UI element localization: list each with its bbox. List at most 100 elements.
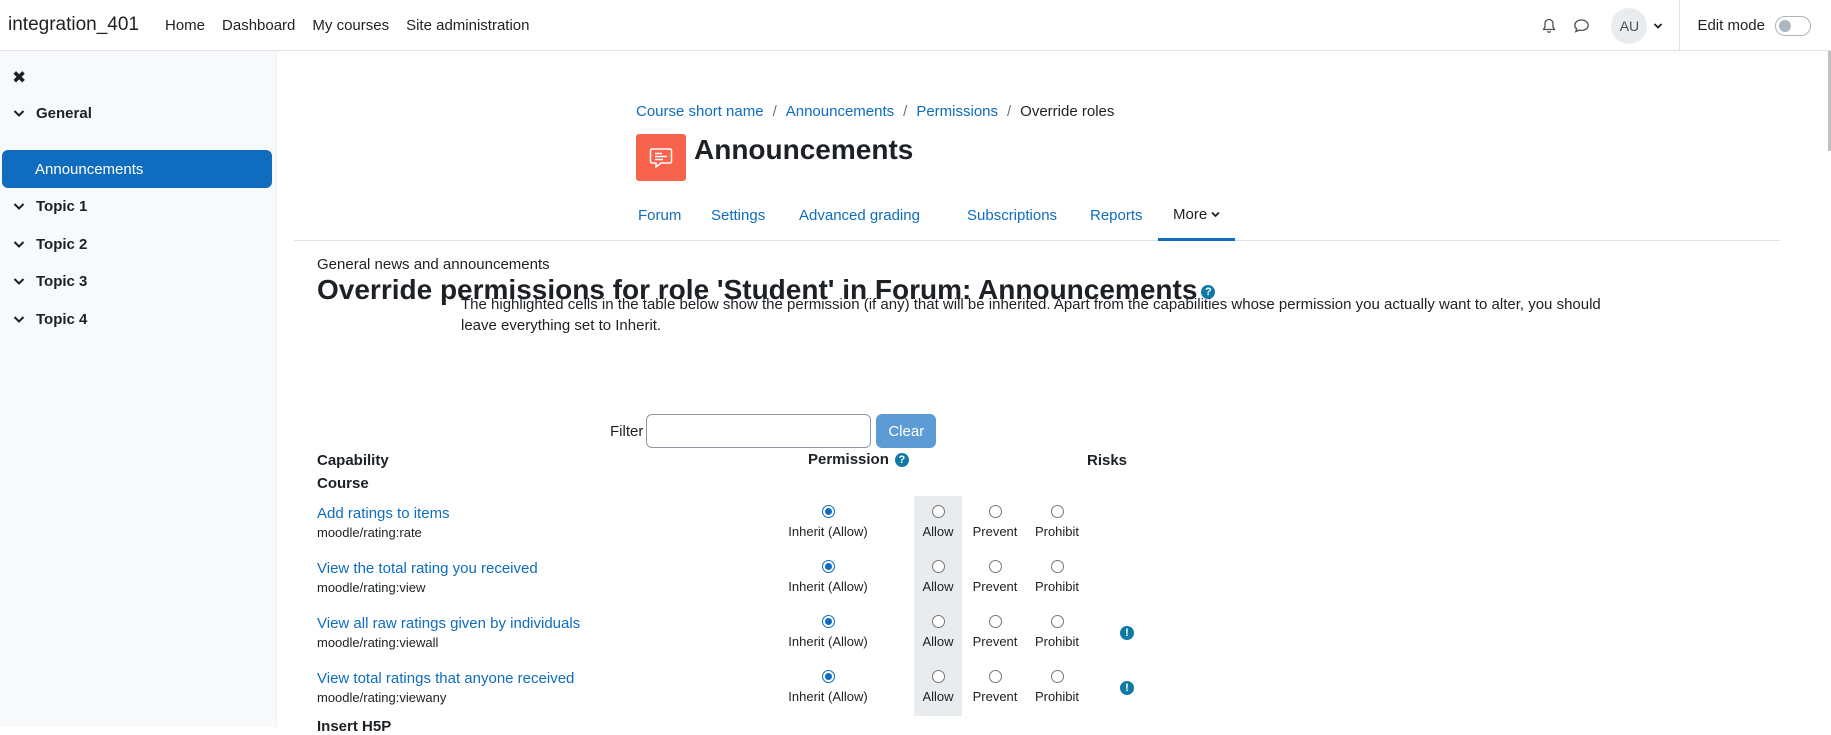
help-icon[interactable]: ? (894, 452, 909, 467)
clear-filter-button[interactable]: Clear (876, 414, 937, 448)
radio-prohibit[interactable] (1050, 505, 1064, 518)
radio-inherit[interactable] (821, 615, 835, 628)
permission-inherit-option[interactable]: Inherit (Allow) (783, 505, 873, 539)
filter-input[interactable] (646, 414, 872, 448)
tab-reports[interactable]: Reports (1090, 190, 1143, 241)
radio-prohibit[interactable] (1050, 670, 1064, 683)
radio-prevent[interactable] (988, 505, 1002, 518)
permission-inherit-option[interactable]: Inherit (Allow) (783, 560, 873, 594)
navbar-right: AU Edit mode (1533, 0, 1831, 51)
capability-link[interactable]: Add ratings to items (317, 505, 450, 522)
permission-header-label: Permission (808, 451, 889, 468)
risk-warning-icon[interactable]: ! (1120, 681, 1134, 695)
tab-advanced-grading[interactable]: Advanced grading (799, 190, 920, 241)
permission-allow-option[interactable]: Allow (914, 505, 962, 539)
main-region: Course short name / Announcements / Perm… (278, 51, 1831, 735)
capability-id: moodle/rating:viewall (317, 635, 439, 650)
capability-link[interactable]: View the total rating you received (317, 560, 538, 577)
forum-activity-icon (636, 134, 686, 181)
radio-allow[interactable] (931, 560, 945, 573)
option-label: Inherit (Allow) (788, 579, 868, 594)
nav-site-administration-link[interactable]: Site administration (406, 17, 529, 34)
option-label: Prohibit (1034, 689, 1080, 704)
radio-inherit[interactable] (821, 560, 835, 573)
filter-bar: Filter Clear (610, 414, 937, 448)
drawer-item-announcements[interactable]: Announcements (2, 150, 272, 188)
permission-inherit-option[interactable]: Inherit (Allow) (783, 670, 873, 704)
tab-subscriptions[interactable]: Subscriptions (967, 190, 1057, 241)
tab-forum[interactable]: Forum (638, 190, 681, 241)
breadcrumb-course-link[interactable]: Course short name (636, 103, 764, 120)
radio-prohibit[interactable] (1050, 560, 1064, 573)
radio-prevent[interactable] (988, 560, 1002, 573)
permission-prohibit-option[interactable]: Prohibit (1027, 505, 1087, 539)
option-label: Allow (922, 689, 954, 704)
chevron-down-icon[interactable] (0, 202, 36, 211)
permission-prevent-option[interactable]: Prevent (967, 670, 1023, 704)
nav-home-link[interactable]: Home (165, 17, 205, 34)
edit-mode-control[interactable]: Edit mode (1680, 15, 1831, 36)
option-label: Prevent (972, 634, 1018, 649)
nav-my-courses-link[interactable]: My courses (312, 17, 389, 34)
radio-inherit[interactable] (821, 505, 835, 518)
drawer-section-topic-2[interactable]: Topic 2 (0, 225, 277, 263)
edit-mode-toggle[interactable] (1775, 15, 1811, 36)
radio-allow[interactable] (931, 670, 945, 683)
option-label: Prohibit (1034, 634, 1080, 649)
drawer-section-label: Topic 1 (36, 197, 88, 215)
top-navbar: integration_401 Home Dashboard My course… (0, 0, 1831, 51)
permission-prohibit-option[interactable]: Prohibit (1027, 615, 1087, 649)
permission-prevent-option[interactable]: Prevent (967, 505, 1023, 539)
radio-allow[interactable] (931, 505, 945, 518)
messages-chat-icon[interactable] (1565, 10, 1597, 42)
chevron-down-icon[interactable] (0, 240, 36, 249)
course-index-drawer: ✖ General Announcements Topic 1 Topic 2 … (0, 51, 277, 727)
radio-prevent[interactable] (988, 670, 1002, 683)
user-menu-chevron-down-icon[interactable] (1653, 17, 1663, 35)
close-drawer-icon[interactable]: ✖ (12, 68, 26, 88)
permission-prevent-option[interactable]: Prevent (967, 615, 1023, 649)
table-row: Add ratings to items moodle/rating:rate … (317, 505, 1217, 560)
permission-allow-option[interactable]: Allow (914, 560, 962, 594)
chevron-down-icon[interactable] (0, 277, 36, 286)
capability-link[interactable]: View total ratings that anyone received (317, 670, 574, 687)
radio-prevent[interactable] (988, 615, 1002, 628)
option-label: Prevent (972, 524, 1018, 539)
radio-prohibit[interactable] (1050, 615, 1064, 628)
breadcrumb-separator: / (903, 103, 908, 120)
tab-more-label: More (1173, 205, 1208, 223)
user-avatar[interactable]: AU (1611, 7, 1648, 44)
chevron-down-icon (1211, 211, 1220, 217)
nav-dashboard-link[interactable]: Dashboard (222, 17, 295, 34)
option-label: Allow (922, 579, 954, 594)
radio-inherit[interactable] (821, 670, 835, 683)
drawer-section-topic-3[interactable]: Topic 3 (0, 262, 277, 300)
notifications-bell-icon[interactable] (1533, 10, 1565, 42)
option-label: Prevent (972, 689, 1018, 704)
table-row: View the total rating you received moodl… (317, 560, 1217, 615)
tab-more[interactable]: More (1158, 190, 1236, 241)
site-name[interactable]: integration_401 (0, 14, 165, 36)
chevron-down-icon[interactable] (0, 315, 36, 324)
risk-warning-icon[interactable]: ! (1120, 626, 1134, 640)
permission-prohibit-option[interactable]: Prohibit (1027, 560, 1087, 594)
drawer-section-label: Topic 4 (36, 310, 88, 328)
permission-prevent-option[interactable]: Prevent (967, 560, 1023, 594)
chevron-down-icon[interactable] (0, 109, 36, 118)
radio-allow[interactable] (931, 615, 945, 628)
permission-prohibit-option[interactable]: Prohibit (1027, 670, 1087, 704)
permission-column-header: Permission ? (808, 451, 909, 468)
breadcrumb-separator: / (1007, 103, 1012, 120)
capability-link[interactable]: View all raw ratings given by individual… (317, 615, 580, 632)
drawer-section-general[interactable]: General (0, 94, 277, 132)
permission-allow-option[interactable]: Allow (914, 615, 962, 649)
option-label: Inherit (Allow) (788, 634, 868, 649)
drawer-section-topic-4[interactable]: Topic 4 (0, 300, 277, 338)
permission-allow-option[interactable]: Allow (914, 670, 962, 704)
breadcrumb-permissions-link[interactable]: Permissions (916, 103, 998, 120)
permission-inherit-option[interactable]: Inherit (Allow) (783, 615, 873, 649)
drawer-item-label: Announcements (35, 160, 144, 178)
breadcrumb-announcements-link[interactable]: Announcements (786, 103, 894, 120)
tab-settings[interactable]: Settings (711, 190, 765, 241)
drawer-section-topic-1[interactable]: Topic 1 (0, 187, 277, 225)
